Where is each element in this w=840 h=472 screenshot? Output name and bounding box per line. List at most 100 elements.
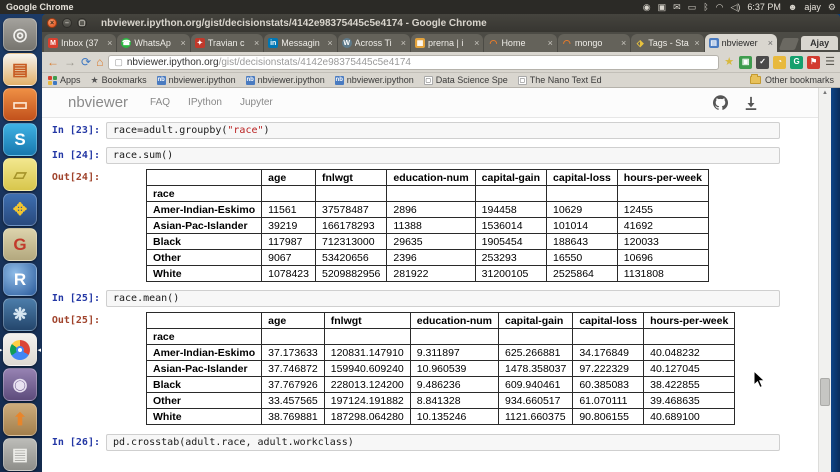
window-titlebar[interactable]: × – ▢ nbviewer.ipython.org/gist/decision… — [42, 14, 840, 32]
tab-close-icon[interactable]: × — [254, 38, 259, 48]
tab-close-icon[interactable]: × — [107, 38, 112, 48]
tab-across-ti[interactable]: WAcross Ti× — [338, 34, 410, 52]
code-input[interactable]: race.mean() — [106, 290, 780, 307]
column-header: capital-gain — [475, 170, 546, 186]
row-index: Other — [147, 250, 262, 266]
reload-button[interactable]: ⟳ — [81, 56, 91, 68]
tab-close-icon[interactable]: × — [181, 38, 186, 48]
screenshot-app-icon[interactable]: ◉ — [3, 368, 37, 401]
workspace-switcher-icon[interactable]: ✥ — [3, 193, 37, 226]
nav-link-jupyter[interactable]: Jupyter — [240, 97, 273, 108]
software-updater-icon[interactable]: ⬆ — [3, 403, 37, 436]
window-maximize-button[interactable]: ▢ — [77, 18, 87, 28]
new-tab-button[interactable] — [779, 38, 799, 50]
bookmark-item[interactable]: ▢The Nano Text Ed — [518, 75, 602, 85]
wifi-tray-icon[interactable]: ◠ — [716, 2, 724, 12]
skype-icon[interactable]: S — [3, 123, 37, 156]
window-close-button[interactable]: × — [47, 18, 57, 28]
cell-value: 934.660517 — [499, 393, 573, 409]
volume-tray-icon[interactable]: ◁) — [730, 2, 740, 12]
forward-button[interactable]: → — [64, 56, 76, 68]
flag-extension-icon[interactable]: ⚑ — [807, 56, 820, 69]
scrollbar-thumb[interactable] — [820, 378, 830, 406]
analytics-extension-icon[interactable]: ✓ — [756, 56, 769, 69]
scroll-up-arrow[interactable]: ▲ — [819, 90, 831, 96]
sticky-notes-icon[interactable]: ▱ — [3, 158, 37, 191]
unity-launcher: ◎▤▭S▱✥GR❋▸◂◉⬆▤ — [0, 14, 42, 472]
libreoffice-impress-icon[interactable]: ▤ — [3, 53, 37, 86]
apps-shortcut[interactable]: Apps — [48, 75, 81, 85]
hangouts-extension-icon[interactable]: ▣ — [739, 56, 752, 69]
output-table-wrap: agefnlwgteducation-numcapital-gaincapita… — [146, 169, 709, 282]
tab-close-icon[interactable]: × — [401, 38, 406, 48]
url-text[interactable]: nbviewer.ipython.org/gist/decisionstats/… — [127, 57, 411, 68]
tab-close-icon[interactable]: × — [548, 38, 553, 48]
tab-nbviewer[interactable]: ▤nbviewer× — [705, 34, 777, 52]
google-app-icon[interactable]: G — [3, 228, 37, 261]
tab-close-icon[interactable]: × — [621, 38, 626, 48]
bookmark-item[interactable]: nbnbviewer.ipython — [246, 75, 325, 85]
column-header: fnlwgt — [316, 170, 387, 186]
code-input[interactable]: pd.crosstab(adult.race, adult.workclass) — [106, 434, 780, 451]
table-row: Amer-Indian-Eskimo37.173633120831.147910… — [147, 345, 735, 361]
window-minimize-button[interactable]: – — [62, 18, 72, 28]
tab-close-icon[interactable]: × — [694, 38, 699, 48]
bookmarks-shortcut[interactable]: ★ Bookmarks — [91, 75, 147, 86]
pocket-extension-icon[interactable]: ◔ — [773, 56, 786, 69]
page-scrollbar[interactable]: ▲ — [818, 88, 831, 472]
tab-tags-sta[interactable]: ⬗Tags - Sta× — [631, 34, 703, 52]
bluetooth-tray-icon[interactable]: ᛒ — [703, 2, 708, 12]
tab-mongo[interactable]: ◠mongo× — [558, 34, 630, 52]
nbviewer-brand[interactable]: nbviewer — [68, 94, 128, 111]
bookmark-star-icon[interactable]: ★ — [724, 57, 734, 68]
tab-travian-c[interactable]: ✦Travian c× — [191, 34, 263, 52]
tab-close-icon[interactable]: × — [768, 38, 773, 48]
battery-tray-icon[interactable]: ▭ — [688, 2, 697, 12]
bookmark-item[interactable]: ▢Data Science Spe — [424, 75, 508, 85]
table-row: Black37.767926228013.1242009.486236609.9… — [147, 377, 735, 393]
github-icon[interactable] — [713, 95, 728, 110]
chrome-icon[interactable]: ▸◂ — [3, 333, 37, 366]
bookmark-favicon: ▢ — [424, 76, 433, 85]
blue-swirl-app-icon[interactable]: ❋ — [3, 298, 37, 331]
code-input[interactable]: race=adult.groupby("race") — [106, 122, 780, 139]
other-bookmarks-button[interactable]: Other bookmarks — [750, 75, 834, 85]
printer-tray-icon[interactable]: ▣ — [658, 2, 667, 12]
cell-value: 1905454 — [475, 234, 546, 250]
address-bar[interactable]: ▢ nbviewer.ipython.org/gist/decisionstat… — [108, 55, 719, 70]
skype-icon-glyph: S — [14, 131, 25, 148]
grammarly-extension-icon[interactable]: G — [790, 56, 803, 69]
download-icon[interactable] — [744, 96, 758, 110]
nav-link-faq[interactable]: FAQ — [150, 97, 170, 108]
cell-value: 1478.358037 — [499, 361, 573, 377]
username[interactable]: ajay — [804, 2, 821, 12]
files-icon[interactable]: ▭ — [3, 88, 37, 121]
tab-whatsap[interactable]: ☎WhatsAp× — [117, 34, 189, 52]
table-body: raceAmer-Indian-Eskimo37.173633120831.14… — [147, 329, 735, 425]
bookmark-item[interactable]: nbnbviewer.ipython — [335, 75, 414, 85]
google-app-icon-glyph: G — [13, 236, 26, 253]
cell-value: 40.127045 — [644, 361, 735, 377]
nav-link-ipython[interactable]: IPython — [188, 97, 222, 108]
chrome-tray-icon[interactable]: ◉ — [643, 2, 651, 12]
menu-button[interactable]: ☰ — [825, 57, 835, 68]
back-button[interactable]: ← — [47, 56, 59, 68]
tab-home[interactable]: ◠Home× — [484, 34, 556, 52]
profile-button[interactable]: Ajay — [801, 36, 838, 50]
home-button[interactable]: ⌂ — [96, 56, 103, 68]
tab-prerna-i[interactable]: ▦prerna | i× — [411, 34, 483, 52]
tab-close-icon[interactable]: × — [327, 38, 332, 48]
ubuntu-dash-icon[interactable]: ◎ — [3, 18, 37, 51]
session-gear-icon[interactable]: ⚙ — [828, 2, 836, 12]
tab-messagin[interactable]: inMessagin× — [264, 34, 336, 52]
trash-icon[interactable]: ▤ — [3, 438, 37, 471]
tab-close-icon[interactable]: × — [474, 38, 479, 48]
clock[interactable]: 6:37 PM — [747, 2, 781, 12]
row-index: Black — [147, 377, 262, 393]
bookmark-item[interactable]: nbnbviewer.ipython — [157, 75, 236, 85]
code-input[interactable]: race.sum() — [106, 147, 780, 164]
r-project-icon[interactable]: R — [3, 263, 37, 296]
tab-inbox-37[interactable]: MInbox (37× — [44, 34, 116, 52]
cell-value: 1131808 — [617, 266, 708, 282]
mail-tray-icon[interactable]: ✉ — [673, 2, 681, 12]
